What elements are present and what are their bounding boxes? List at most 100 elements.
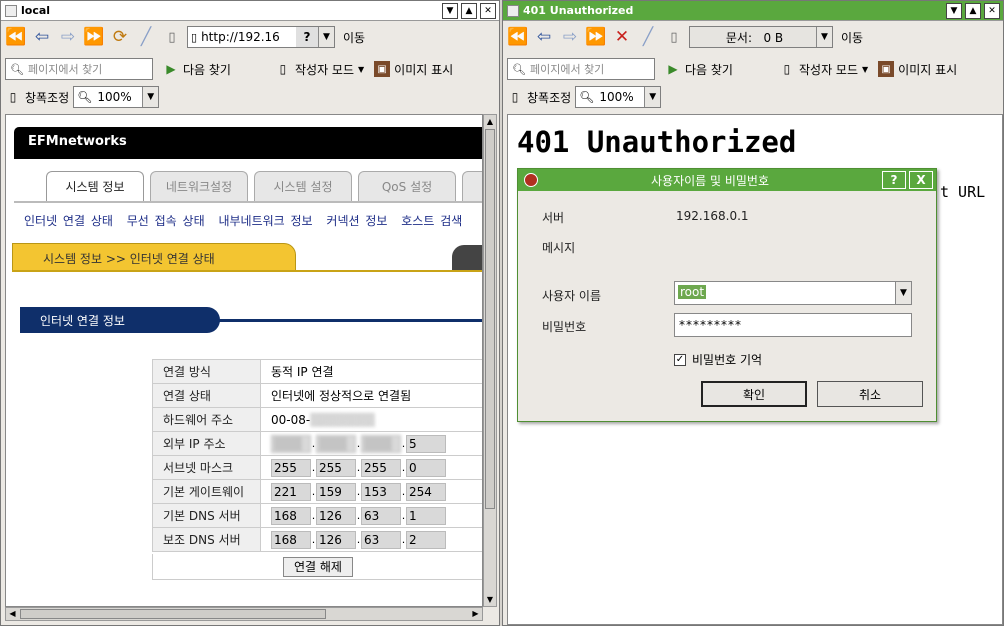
subnav-connection-info[interactable]: 커넥션 정보	[326, 214, 387, 228]
scroll-up-icon[interactable]: ▲	[484, 115, 496, 128]
subnav-lan-info[interactable]: 내부네트워크 정보	[218, 214, 312, 228]
close-icon[interactable]: ✕	[984, 2, 1000, 19]
cancel-button[interactable]: 취소	[817, 381, 923, 407]
left-titlebar[interactable]: local ▼ ▲ ✕	[1, 1, 499, 21]
rewind-icon[interactable]: ⏪	[5, 26, 27, 48]
minimize-icon[interactable]: ▼	[946, 2, 962, 19]
disconnect-button[interactable]: 연결 해제	[283, 556, 353, 577]
find-input[interactable]: 🔍︎ 페이지에서 찾기	[507, 58, 655, 80]
row-label: 기본 게이트웨이	[152, 479, 261, 504]
maximize-icon[interactable]: ▲	[965, 2, 981, 19]
chevron-down-icon[interactable]: ▼	[142, 87, 159, 107]
page-icon	[5, 4, 17, 17]
subnav-internet-status[interactable]: 인터넷 연결 상태	[24, 214, 113, 228]
right-titlebar[interactable]: 401 Unauthorized ▼ ▲ ✕	[503, 1, 1003, 21]
scrollbar-thumb[interactable]	[485, 129, 495, 509]
document-icon: ▯	[9, 90, 17, 104]
help-icon[interactable]: ?	[296, 27, 318, 47]
ok-button[interactable]: 확인	[701, 381, 807, 407]
router-tabs: 시스템 정보 네트워크설정 시스템 설정 QoS 설정	[46, 171, 482, 201]
author-mode-button[interactable]: ▯ 작성자 모드 ▼	[275, 61, 364, 78]
rewind-icon[interactable]: ⏪	[507, 26, 529, 48]
message-label: 메시지	[542, 241, 576, 255]
author-mode-button[interactable]: ▯ 작성자 모드 ▼	[779, 61, 868, 78]
find-next-button[interactable]: ▶ 다음 찾기	[163, 61, 231, 78]
ip-octet: 159	[316, 482, 356, 501]
minimize-icon[interactable]: ▼	[442, 2, 458, 19]
app-icon	[524, 173, 538, 187]
scrollbar-thumb[interactable]	[20, 609, 326, 619]
tab-system-info[interactable]: 시스템 정보	[46, 171, 144, 201]
scroll-left-icon[interactable]: ◀	[6, 608, 19, 620]
left-nav-toolbar: ⏪ ⇦ ⇨ ⏩ ⟳ ╱ ▯ ▯ http://192.16 ? ▼ 이동	[1, 23, 499, 51]
back-icon[interactable]: ⇦	[533, 26, 555, 48]
document-size-field[interactable]: 문서: 0 B ▼	[689, 26, 833, 48]
table-row: 보조 DNS 서버 168. 126. 63. 2	[152, 527, 482, 552]
tab-system-settings[interactable]: 시스템 설정	[254, 171, 352, 201]
scroll-right-icon[interactable]: ▶	[469, 608, 482, 620]
mac-address-prefix: 00-08-	[271, 412, 311, 427]
maximize-icon[interactable]: ▲	[461, 2, 477, 19]
left-browser-window: local ▼ ▲ ✕ ⏪ ⇦ ⇨ ⏩ ⟳ ╱ ▯ ▯ http://192.1…	[0, 0, 500, 626]
right-nav-toolbar: ⏪ ⇦ ⇨ ⏩ ✕ ╱ ▯ 문서: 0 B ▼ 이동	[503, 23, 1003, 51]
fast-forward-icon[interactable]: ⏩	[585, 26, 607, 48]
window-resize-label: 창폭조정	[527, 90, 572, 105]
ip-octet: 168	[271, 506, 311, 525]
play-icon: ▶	[166, 62, 176, 76]
chevron-down-icon[interactable]: ▼	[644, 87, 661, 107]
document-icon: ▯	[783, 62, 791, 76]
show-images-button[interactable]: ▣ 이미지 표시	[374, 61, 453, 78]
tab-divider	[14, 201, 482, 203]
scroll-down-icon[interactable]: ▼	[484, 593, 496, 606]
chevron-down-icon[interactable]: ▼	[816, 27, 832, 47]
row-label: 연결 상태	[152, 383, 261, 408]
help-icon[interactable]: ?	[882, 171, 906, 189]
find-next-button[interactable]: ▶ 다음 찾기	[665, 61, 733, 78]
zoom-select[interactable]: 🔍︎ 100% ▼	[575, 86, 662, 108]
chevron-down-icon[interactable]: ▼	[895, 282, 911, 304]
ip-octet: 0	[406, 458, 446, 477]
zoom-select[interactable]: 🔍︎ 100% ▼	[73, 86, 160, 108]
close-icon[interactable]: ✕	[480, 2, 496, 19]
password-field[interactable]: *********	[674, 313, 912, 337]
username-field[interactable]: root ▼	[674, 281, 912, 305]
forward-icon[interactable]: ⇨	[57, 26, 79, 48]
address-bar[interactable]: ▯ http://192.16 ? ▼	[187, 26, 335, 48]
go-button[interactable]: 이동	[343, 29, 365, 46]
connection-info-table: 연결 방식 동적 IP 연결 연결 상태 인터넷에 정상적으로 연결됨 하드웨어…	[152, 359, 482, 552]
checkmark-icon[interactable]: ✓	[674, 353, 686, 366]
remember-password-checkbox[interactable]: ✓ 비밀번호 기억	[674, 351, 762, 368]
tab-more[interactable]	[462, 171, 482, 201]
remember-label: 비밀번호 기억	[692, 353, 763, 367]
address-text: http://192.16	[201, 30, 280, 44]
tab-network-settings[interactable]: 네트워크설정	[150, 171, 248, 201]
dialog-titlebar[interactable]: 사용자이름 및 비밀번호 ? X	[518, 169, 936, 191]
username-label: 사용자 이름	[542, 289, 602, 303]
table-button-row: 연결 해제	[152, 554, 482, 580]
breadcrumb-underline	[12, 270, 482, 272]
reload-icon[interactable]: ⟳	[109, 26, 131, 48]
go-button[interactable]: 이동	[841, 29, 863, 46]
subnav-host-search[interactable]: 호스트 검색	[401, 214, 462, 228]
show-images-button[interactable]: ▣ 이미지 표시	[878, 61, 957, 78]
table-row: 기본 게이트웨이 221. 159. 153. 254	[152, 479, 482, 504]
tab-qos-settings[interactable]: QoS 설정	[358, 171, 456, 201]
close-icon[interactable]: X	[909, 171, 933, 189]
window-resize-button[interactable]: ▯ 창폭조정	[5, 89, 69, 106]
wand-icon[interactable]: ╱	[637, 26, 659, 48]
ip-octet: 255	[316, 458, 356, 477]
back-icon[interactable]: ⇦	[31, 26, 53, 48]
vertical-scrollbar[interactable]: ▲ ▼	[483, 114, 497, 607]
find-next-label: 다음 찾기	[685, 62, 733, 77]
chevron-down-icon[interactable]: ▼	[318, 27, 334, 47]
horizontal-scrollbar[interactable]: ◀ ▶	[5, 607, 483, 621]
subnav-wireless-status[interactable]: 무선 접속 상태	[127, 214, 205, 228]
stop-icon[interactable]: ✕	[611, 26, 633, 48]
forward-icon[interactable]: ⇨	[559, 26, 581, 48]
bookmark-icon[interactable]: ▯	[161, 26, 183, 48]
bookmark-icon[interactable]: ▯	[663, 26, 685, 48]
wand-icon[interactable]: ╱	[135, 26, 157, 48]
window-resize-button[interactable]: ▯ 창폭조정	[507, 89, 571, 106]
fast-forward-icon[interactable]: ⏩	[83, 26, 105, 48]
find-input[interactable]: 🔍︎ 페이지에서 찾기	[5, 58, 153, 80]
